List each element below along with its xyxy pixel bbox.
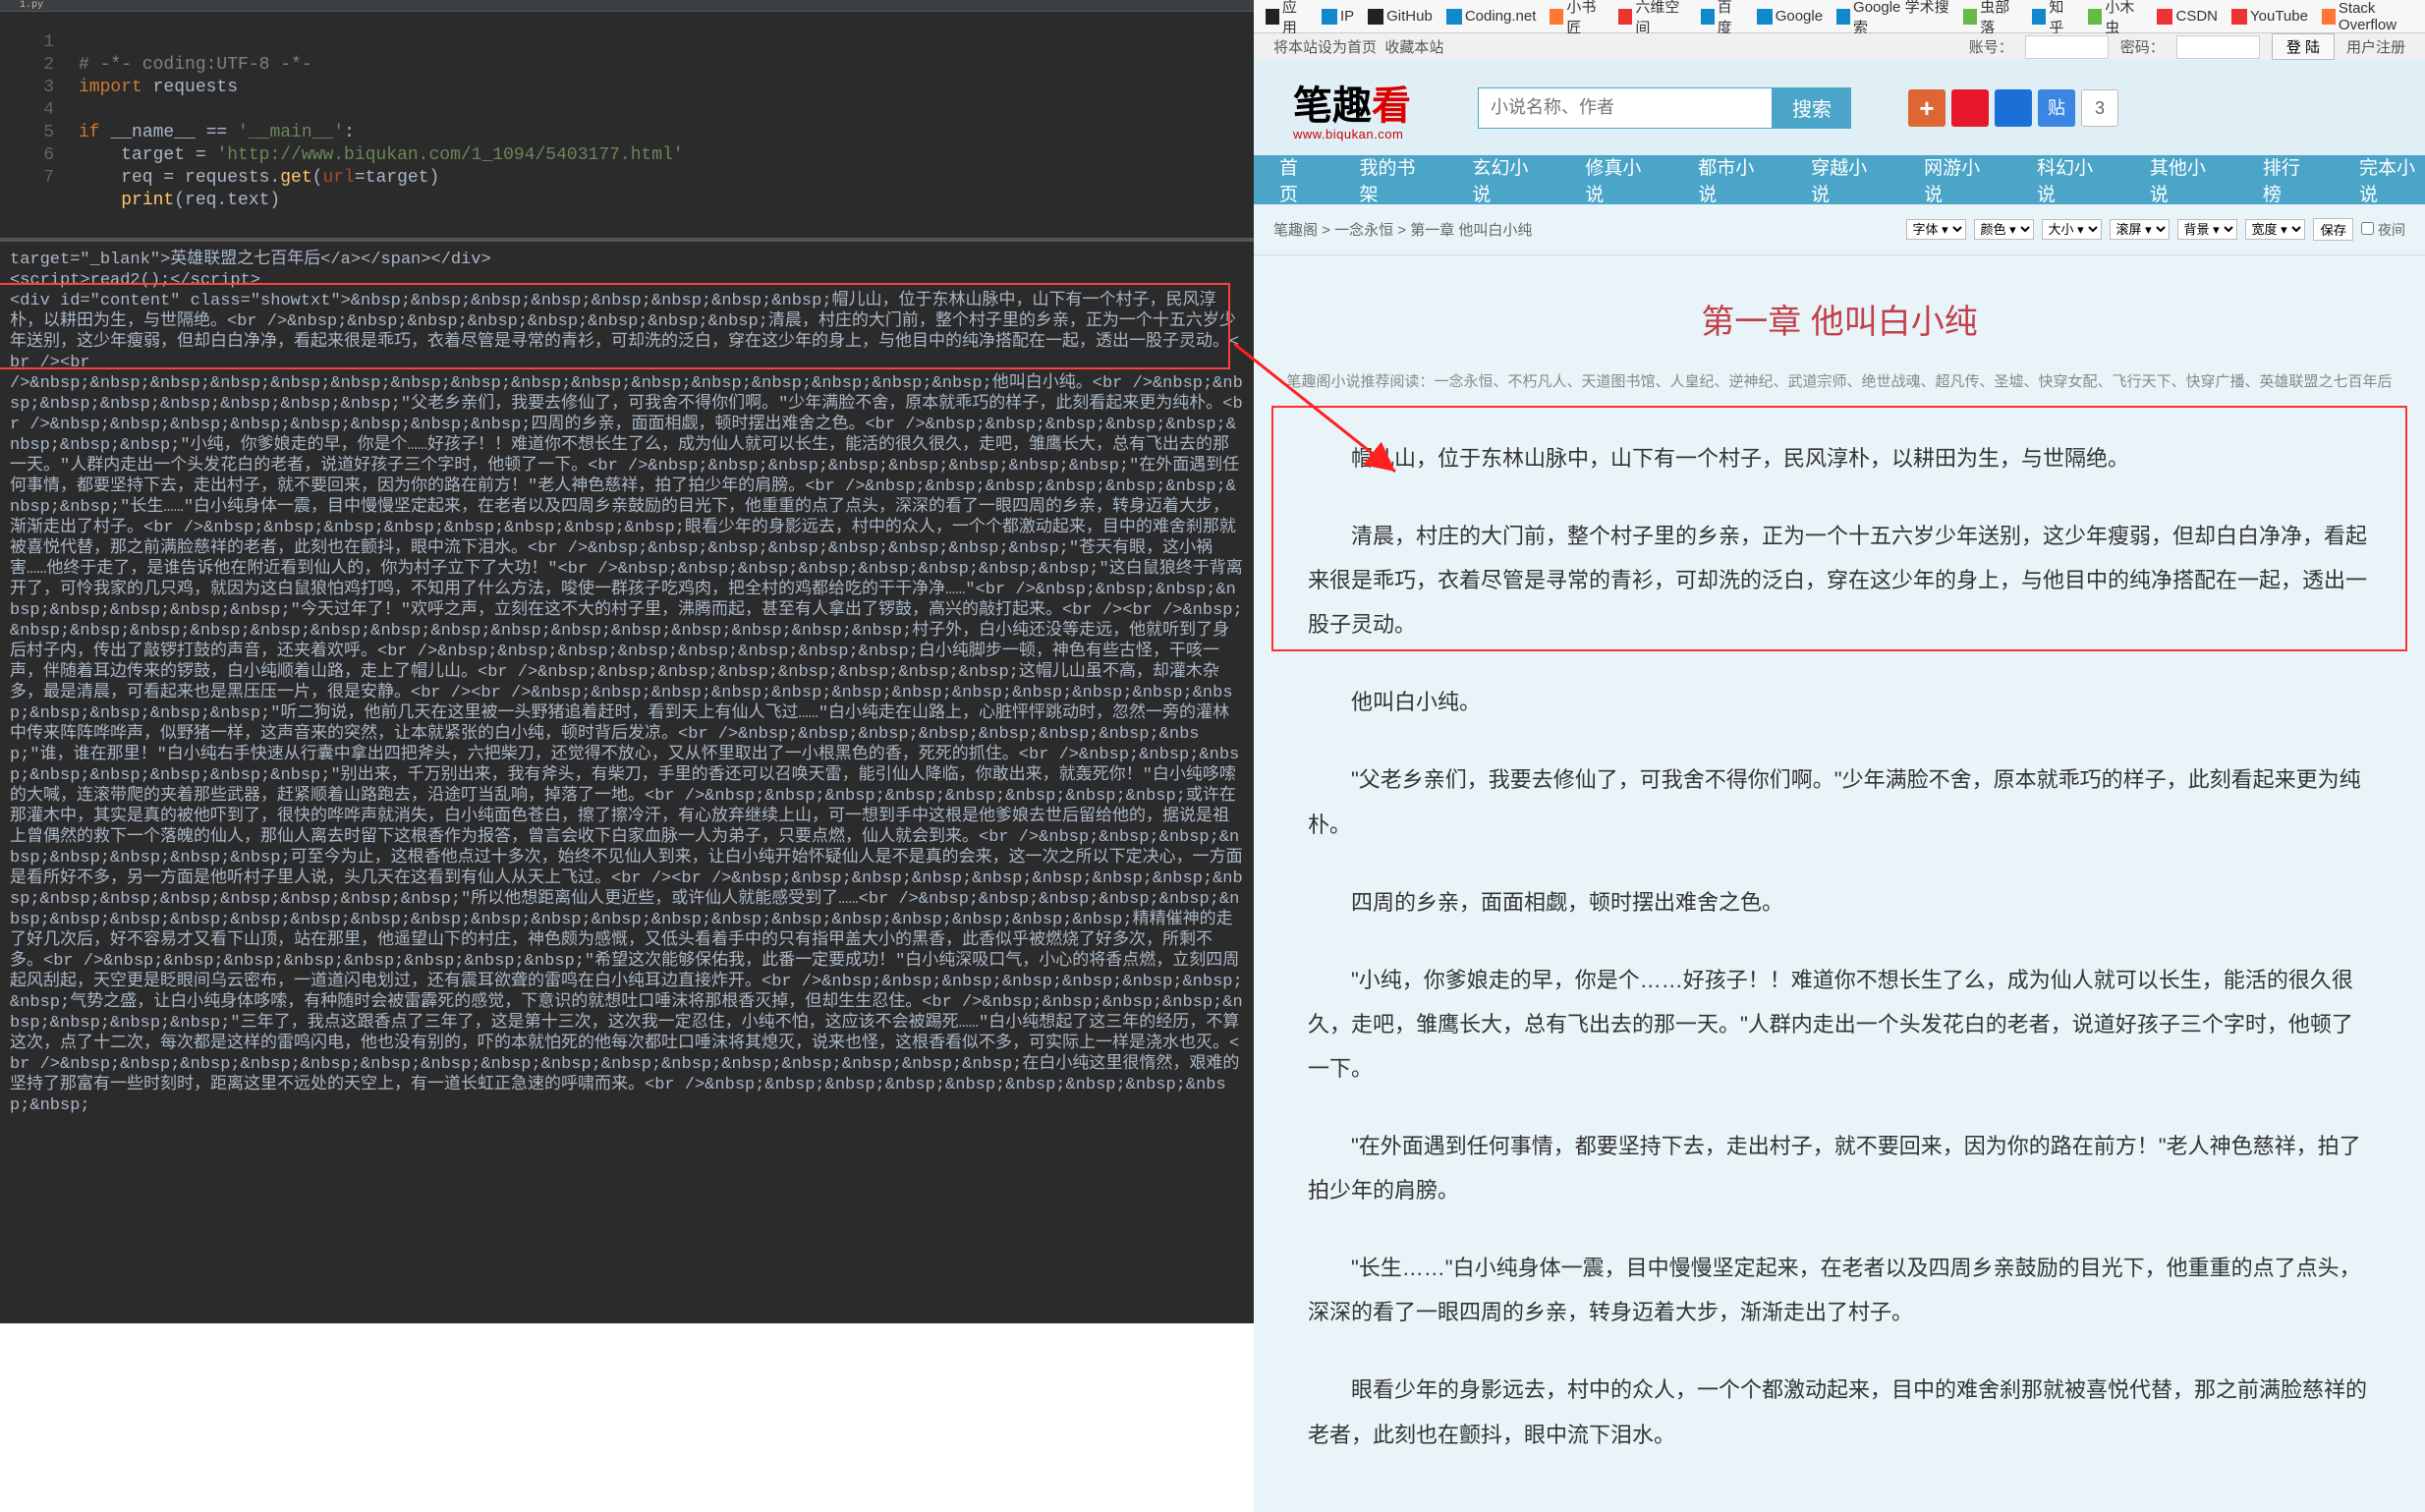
paragraph: 清晨，村庄的大门前，整个村子里的乡亲，正为一个十五六岁少年送别，这少年瘦弱，但却… <box>1308 514 2371 646</box>
site-logo[interactable]: 笔趣看 www.biqukan.com <box>1293 74 1411 141</box>
favorite-link[interactable]: 收藏本站 <box>1384 39 1443 56</box>
paragraph: 他叫白小纯。 <box>1308 680 2371 724</box>
breadcrumb: 笔趣阁 > 一念永恒 > 第一章 他叫白小纯 字体 ▾ 颜色 ▾ 大小 ▾ 滚屏… <box>1254 204 2425 255</box>
code-area[interactable]: # -*- coding:UTF-8 -*- import requests i… <box>79 12 1254 238</box>
bookmark-item[interactable]: Coding.net <box>1446 8 1537 25</box>
muchong-icon <box>2088 9 2102 25</box>
bookmarks-bar: 应用 IP GitHub Coding.net 小书匠 六维空间 百度 Goog… <box>1254 0 2425 33</box>
search-input[interactable] <box>1478 87 1773 129</box>
ide-panel: 1.py 1234567 # -*- coding:UTF-8 -*- impo… <box>0 0 1254 1323</box>
bookmark-item[interactable]: 小木虫 <box>2088 0 2143 37</box>
nav-chuanyue[interactable]: 穿越小说 <box>1811 153 1877 206</box>
site-content: 笔趣看 www.biqukan.com 搜索 + 贴 3 <box>1254 60 2425 1512</box>
bookmark-item[interactable]: 六维空间 <box>1618 0 1686 37</box>
console-output[interactable]: target="_blank">英雄联盟之七百年后</a></span></di… <box>0 242 1254 1323</box>
paragraph: "小纯，你爹娘走的早，你是个……好孩子！！难道你不想长生了么，成为仙人就可以长生… <box>1308 958 2371 1091</box>
bookmark-item[interactable]: Google <box>1757 8 1823 25</box>
paragraph: 帽儿山，位于东林山脉中，山下有一个村子，民风淳朴，以耕田为生，与世隔绝。 <box>1308 436 2371 480</box>
bookmark-item[interactable]: Stack Overflow <box>2322 0 2425 33</box>
share-count: 3 <box>2081 89 2118 127</box>
line-gutter: 1234567 <box>0 12 79 238</box>
username-input[interactable] <box>2025 35 2109 59</box>
share-weibo-icon[interactable] <box>1951 89 1989 127</box>
share-renren-icon[interactable] <box>1995 89 2032 127</box>
bookmark-item[interactable]: CSDN <box>2157 8 2218 25</box>
paragraph: 四周的乡亲，面面相觑，顿时摆出难舍之色。 <box>1308 880 2371 924</box>
width-select[interactable]: 宽度 ▾ <box>2245 219 2305 240</box>
reader-tools: 字体 ▾ 颜色 ▾ 大小 ▾ 滚屏 ▾ 背景 ▾ 宽度 ▾ 保存 夜间 <box>1906 218 2405 241</box>
chapter-title: 第一章 他叫白小纯 <box>1254 255 2425 370</box>
chapter-body: 帽儿山，位于东林山脉中，山下有一个村子，民风淳朴，以耕田为生，与世隔绝。 清晨，… <box>1254 415 2425 1512</box>
bookmark-item[interactable]: 知乎 <box>2032 0 2074 37</box>
nav-xiuzhen[interactable]: 修真小说 <box>1585 153 1651 206</box>
bookmark-item[interactable]: Google 学术搜索 <box>1836 0 1949 37</box>
nav-rank[interactable]: 排行榜 <box>2263 153 2312 206</box>
password-label: 密码： <box>2120 36 2165 57</box>
login-button[interactable]: 登 陆 <box>2272 33 2335 60</box>
baidu-icon <box>1701 9 1715 25</box>
scholar-icon <box>1836 9 1850 25</box>
recommend-line: 笔趣阁小说推荐阅读：一念永恒、不朽凡人、天道图书馆、人皇纪、逆神纪、武道宗师、绝… <box>1254 370 2425 415</box>
username-label: 账号： <box>1969 36 2013 57</box>
browser-panel: 应用 IP GitHub Coding.net 小书匠 六维空间 百度 Goog… <box>1254 0 2425 1323</box>
bookmark-item[interactable]: 应用 <box>1266 0 1308 37</box>
font-select[interactable]: 字体 ▾ <box>1906 219 1966 240</box>
night-toggle[interactable]: 夜间 <box>2361 220 2405 240</box>
code-editor[interactable]: 1234567 # -*- coding:UTF-8 -*- import re… <box>0 12 1254 238</box>
share-tieba-icon[interactable]: 贴 <box>2038 89 2075 127</box>
password-input[interactable] <box>2176 35 2260 59</box>
paragraph: "父老乡亲们，我要去修仙了，可我舍不得你们啊。"少年满脸不舍，原本就乖巧的样子，… <box>1308 757 2371 846</box>
size-select[interactable]: 大小 ▾ <box>2042 219 2102 240</box>
paragraph: "在外面遇到任何事情，都要坚持下去，走出村子，就不要回来，因为你的路在前方！"老… <box>1308 1124 2371 1212</box>
book-icon <box>1550 9 1563 25</box>
bookmark-item[interactable]: IP <box>1322 8 1354 25</box>
csdn-icon <box>2157 9 2172 25</box>
nav-wangyou[interactable]: 网游小说 <box>1924 153 1990 206</box>
editor-tab[interactable]: 1.py <box>0 0 1254 12</box>
app-icon <box>1266 9 1279 25</box>
nav-home[interactable]: 首页 <box>1279 153 1312 206</box>
nav-shelf[interactable]: 我的书架 <box>1359 153 1425 206</box>
youtube-icon <box>2231 9 2247 25</box>
bug-icon <box>1963 9 1977 25</box>
nav-kehuan[interactable]: 科幻小说 <box>2037 153 2103 206</box>
share-icons: + 贴 3 <box>1908 89 2118 127</box>
search-form: 搜索 <box>1478 87 1851 129</box>
site-header: 笔趣看 www.biqukan.com 搜索 + 贴 3 <box>1254 60 2425 155</box>
register-link[interactable]: 用户注册 <box>2346 36 2405 57</box>
scroll-select[interactable]: 滚屏 ▾ <box>2110 219 2170 240</box>
ip-icon <box>1322 9 1337 25</box>
paragraph: "长生……"白小纯身体一震，目中慢慢坚定起来，在老者以及四周乡亲鼓励的目光下，他… <box>1308 1246 2371 1334</box>
bg-select[interactable]: 背景 ▾ <box>2177 219 2237 240</box>
bookmark-item[interactable]: GitHub <box>1368 8 1433 25</box>
google-icon <box>1757 9 1773 25</box>
6v-icon <box>1618 9 1632 25</box>
nav-xuanhuan[interactable]: 玄幻小说 <box>1472 153 1538 206</box>
user-login-bar: 将本站设为首页 收藏本站 账号： 密码： 登 陆 用户注册 <box>1254 33 2425 60</box>
nav-complete[interactable]: 完本小说 <box>2359 153 2425 206</box>
so-icon <box>2322 9 2336 25</box>
bookmark-item[interactable]: 小书匠 <box>1550 0 1605 37</box>
bookmark-item[interactable]: 虫部落 <box>1963 0 2018 37</box>
highlighted-html: <div id="content" class="showtxt">&nbsp;… <box>10 291 1244 373</box>
save-button[interactable]: 保存 <box>2313 218 2353 241</box>
color-select[interactable]: 颜色 ▾ <box>1974 219 2034 240</box>
coding-icon <box>1446 9 1462 25</box>
share-plus-icon[interactable]: + <box>1908 89 1946 127</box>
github-icon <box>1368 9 1383 25</box>
article: 笔趣阁 > 一念永恒 > 第一章 他叫白小纯 字体 ▾ 颜色 ▾ 大小 ▾ 滚屏… <box>1254 204 2425 1512</box>
set-homepage-link[interactable]: 将本站设为首页 <box>1273 39 1377 56</box>
zhihu-icon <box>2032 9 2046 25</box>
nav-other[interactable]: 其他小说 <box>2150 153 2216 206</box>
bookmark-item[interactable]: 百度 <box>1701 0 1743 37</box>
search-button[interactable]: 搜索 <box>1773 87 1851 129</box>
nav-dushi[interactable]: 都市小说 <box>1698 153 1764 206</box>
paragraph: 眼看少年的身影远去，村中的众人，一个个都激动起来，目中的难舍刹那就被喜悦代替，那… <box>1308 1368 2371 1456</box>
main-nav: 首页 我的书架 玄幻小说 修真小说 都市小说 穿越小说 网游小说 科幻小说 其他… <box>1254 155 2425 204</box>
bookmark-item[interactable]: YouTube <box>2231 8 2308 25</box>
